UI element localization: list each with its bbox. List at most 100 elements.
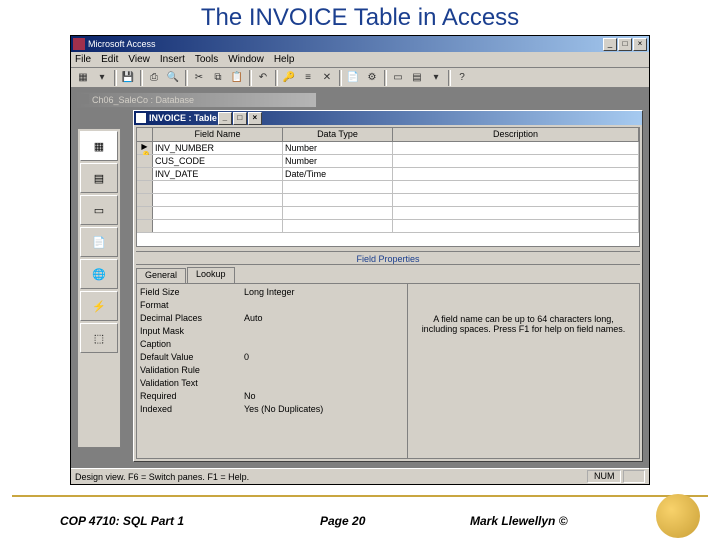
sidebar-modules[interactable]: ⬚: [80, 323, 118, 353]
status-num: NUM: [587, 470, 622, 483]
table-design-window: INVOICE : Table _ □ × Field Name Data Ty…: [133, 110, 643, 462]
print-button[interactable]: ⎙: [145, 69, 163, 86]
prop-value[interactable]: [240, 339, 404, 352]
col-data-type[interactable]: Data Type: [283, 128, 393, 141]
props-button[interactable]: 📄: [344, 69, 362, 86]
prop-label: Default Value: [140, 352, 240, 365]
rows-button[interactable]: ≡: [299, 69, 317, 86]
table-minimize-button[interactable]: _: [218, 112, 232, 125]
key-button[interactable]: 🔑: [280, 69, 298, 86]
prop-value[interactable]: No: [240, 391, 404, 404]
paste-button[interactable]: 📋: [228, 69, 246, 86]
app-title: Microsoft Access: [88, 39, 156, 49]
save-button[interactable]: 💾: [119, 69, 137, 86]
menu-view[interactable]: View: [128, 54, 150, 65]
menu-file[interactable]: File: [75, 54, 91, 65]
table-row[interactable]: [137, 181, 639, 194]
tab-lookup[interactable]: Lookup: [187, 267, 235, 283]
table-row[interactable]: ▶🔑 INV_NUMBER Number: [137, 142, 639, 155]
sidebar-reports[interactable]: 📄: [80, 227, 118, 257]
prop-label: Validation Rule: [140, 365, 240, 378]
delrow-button[interactable]: ✕: [318, 69, 336, 86]
table-maximize-button[interactable]: □: [233, 112, 247, 125]
prop-value[interactable]: Auto: [240, 313, 404, 326]
table-row[interactable]: INV_DATE Date/Time: [137, 168, 639, 181]
description-cell[interactable]: [393, 168, 639, 180]
copy-button[interactable]: ⧉: [209, 69, 227, 86]
table-close-button[interactable]: ×: [248, 112, 262, 125]
prop-value[interactable]: Long Integer: [240, 287, 404, 300]
sidebar-forms[interactable]: ▭: [80, 195, 118, 225]
maximize-button[interactable]: □: [618, 38, 632, 51]
footer-center: Page 20: [320, 514, 365, 528]
prop-value[interactable]: [240, 300, 404, 313]
menu-tools[interactable]: Tools: [195, 54, 218, 65]
data-type-cell[interactable]: Number: [283, 155, 393, 167]
prop-label: Decimal Places: [140, 313, 240, 326]
newobj-button[interactable]: ▤: [408, 69, 426, 86]
table-row[interactable]: [137, 207, 639, 220]
objects-sidebar: ▦ ▤ ▭ 📄 🌐 ⚡ ⬚: [77, 128, 121, 448]
table-row[interactable]: [137, 220, 639, 233]
view-button[interactable]: ▦: [74, 69, 92, 86]
col-field-name[interactable]: Field Name: [153, 128, 283, 141]
sidebar-pages[interactable]: 🌐: [80, 259, 118, 289]
sidebar-tables[interactable]: ▦: [80, 131, 118, 161]
menu-insert[interactable]: Insert: [160, 54, 185, 65]
help-text: A field name can be up to 64 characters …: [407, 284, 639, 458]
table-icon: [136, 113, 146, 123]
data-type-cell[interactable]: Date/Time: [283, 168, 393, 180]
prop-value[interactable]: Yes (No Duplicates): [240, 404, 404, 417]
prop-label: Required: [140, 391, 240, 404]
status-bar: Design view. F6 = Switch panes. F1 = Hel…: [71, 468, 649, 484]
table-titlebar: INVOICE : Table _ □ ×: [134, 111, 642, 125]
dropdown2-icon[interactable]: ▾: [427, 69, 445, 86]
undo-button[interactable]: ↶: [254, 69, 272, 86]
field-name-cell[interactable]: INV_NUMBER: [153, 142, 283, 154]
menu-bar: File Edit View Insert Tools Window Help: [71, 52, 649, 68]
prop-value[interactable]: [240, 365, 404, 378]
app-titlebar: Microsoft Access _ □ ×: [71, 36, 649, 52]
table-row[interactable]: CUS_CODE Number: [137, 155, 639, 168]
field-name-cell[interactable]: INV_DATE: [153, 168, 283, 180]
toolbar: ▦ ▾ 💾 ⎙ 🔍 ✂ ⧉ 📋 ↶ 🔑 ≡ ✕ 📄 ⚙ ▭ ▤ ▾ ?: [71, 68, 649, 88]
field-grid: Field Name Data Type Description ▶🔑 INV_…: [136, 127, 640, 247]
footer-rule: [12, 495, 708, 497]
database-window[interactable]: Ch06_SaleCo : Database: [77, 92, 317, 108]
footer-left: COP 4710: SQL Part 1: [60, 514, 184, 528]
dropdown-icon[interactable]: ▾: [93, 69, 111, 86]
close-button[interactable]: ×: [633, 38, 647, 51]
description-cell[interactable]: [393, 142, 639, 154]
tab-general[interactable]: General: [136, 268, 186, 284]
pk-icon[interactable]: ▶🔑: [137, 142, 153, 154]
row-selector[interactable]: [137, 155, 153, 167]
sidebar-macros[interactable]: ⚡: [80, 291, 118, 321]
col-description[interactable]: Description: [393, 128, 639, 141]
preview-button[interactable]: 🔍: [164, 69, 182, 86]
description-cell[interactable]: [393, 155, 639, 167]
builder-button[interactable]: ⚙: [363, 69, 381, 86]
status-left: Design view. F6 = Switch panes. F1 = Hel…: [75, 472, 249, 482]
prop-label: Field Size: [140, 287, 240, 300]
prop-value[interactable]: [240, 378, 404, 391]
row-selector[interactable]: [137, 168, 153, 180]
menu-window[interactable]: Window: [228, 54, 264, 65]
ucf-logo: [656, 494, 700, 538]
footer-right: Mark Llewellyn ©: [470, 514, 568, 528]
menu-edit[interactable]: Edit: [101, 54, 118, 65]
table-window-title: INVOICE : Table: [149, 113, 217, 123]
sidebar-queries[interactable]: ▤: [80, 163, 118, 193]
help-button[interactable]: ?: [453, 69, 471, 86]
field-name-cell[interactable]: CUS_CODE: [153, 155, 283, 167]
prop-value[interactable]: 0: [240, 352, 404, 365]
prop-value[interactable]: [240, 326, 404, 339]
cut-button[interactable]: ✂: [190, 69, 208, 86]
minimize-button[interactable]: _: [603, 38, 617, 51]
status-seg: [623, 470, 645, 483]
dbwin-button[interactable]: ▭: [389, 69, 407, 86]
prop-label: Validation Text: [140, 378, 240, 391]
table-row[interactable]: [137, 194, 639, 207]
menu-help[interactable]: Help: [274, 54, 295, 65]
data-type-cell[interactable]: Number: [283, 142, 393, 154]
access-icon: [73, 38, 85, 50]
